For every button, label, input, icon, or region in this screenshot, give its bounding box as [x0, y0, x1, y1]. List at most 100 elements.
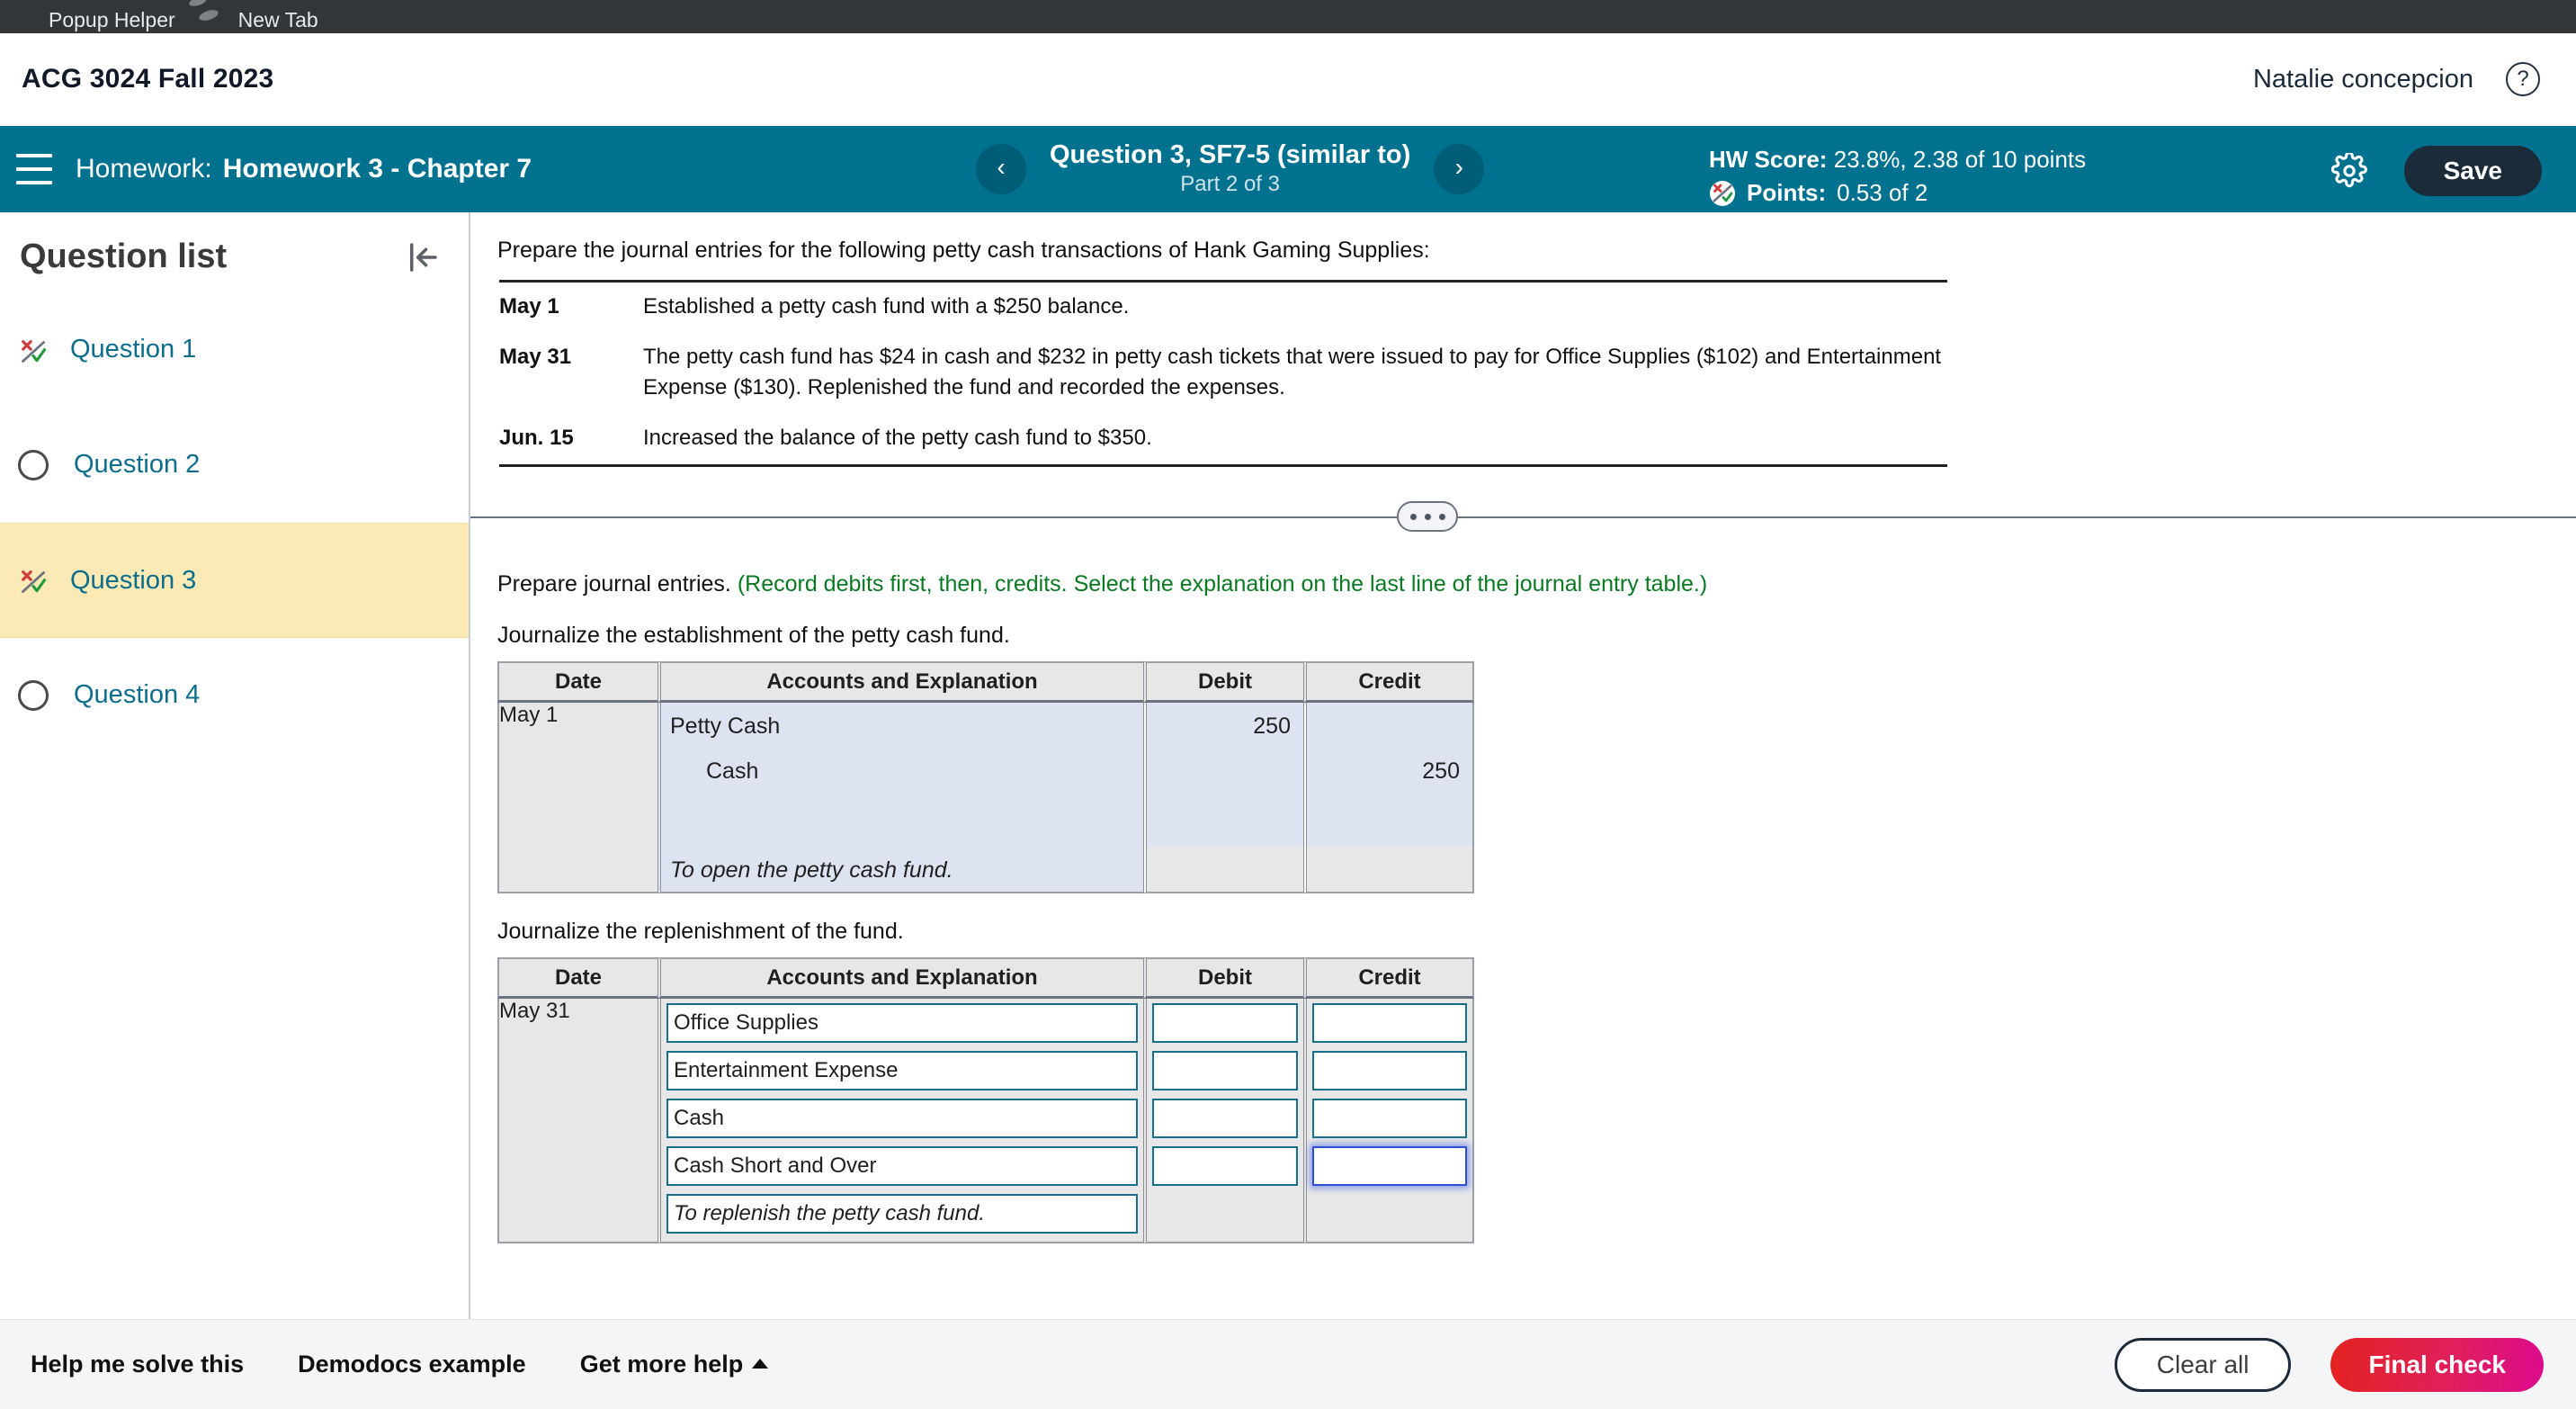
ellipsis-pill-icon[interactable] [1397, 501, 1458, 533]
journal-entry-table-1: Date Accounts and Explanation Debit Cred… [497, 661, 1474, 894]
section-divider [470, 490, 2576, 544]
debit-input-row-4[interactable] [1152, 1146, 1298, 1187]
journal-credit-row [1307, 1094, 1472, 1142]
journal-date-cell: May 1 [497, 703, 657, 894]
journal-credit-value: 250 [1422, 758, 1460, 785]
browser-tab-new-tab[interactable]: New Tab [202, 7, 318, 33]
demodocs-example-button[interactable]: Demodocs example [298, 1351, 526, 1378]
table-row: May 1 Established a petty cash fund with… [499, 280, 1947, 334]
journal-debit-row [1147, 1046, 1303, 1094]
table-row: Jun. 15 Increased the balance of the pet… [499, 414, 1947, 468]
sidebar-item-label: Question 1 [70, 335, 197, 363]
final-check-button[interactable]: Final check [2330, 1337, 2544, 1392]
sidebar-item-label: Question 2 [74, 450, 201, 479]
bottom-action-bar: Help me solve this Demodocs example Get … [0, 1319, 2576, 1409]
explanation-input[interactable] [666, 1194, 1138, 1234]
instruction-lead: Prepare journal entries. [497, 571, 738, 597]
journal-credit-cell: 250 [1303, 703, 1474, 894]
journal-account-row [661, 1094, 1143, 1142]
journal-date-cell: May 31 [497, 999, 657, 1244]
save-button[interactable]: Save [2403, 146, 2542, 196]
collapse-left-icon[interactable] [404, 238, 442, 276]
account-input-row-3[interactable] [666, 1099, 1138, 1139]
journal-account-line: Cash [706, 758, 759, 785]
table-row: May 31 The petty cash fund has $24 in ca… [499, 333, 1947, 414]
journal-debit-row [1147, 1094, 1303, 1142]
journal-debit-value: 250 [1253, 713, 1291, 740]
points-value: 0.53 of 2 [1837, 179, 1928, 206]
table-row: May 31 [497, 999, 1474, 1244]
debit-input-row-1[interactable] [1152, 1003, 1298, 1044]
points-label: Points: [1747, 179, 1827, 206]
debit-input-row-3[interactable] [1152, 1099, 1298, 1139]
score-summary: HW Score: 23.8%, 2.38 of 10 points Point… [1709, 146, 2086, 207]
hw-score-value: 23.8%, 2.38 of 10 points [1833, 146, 2087, 173]
user-name[interactable]: Natalie concepcion [2253, 65, 2473, 94]
empty-circle-icon [18, 449, 49, 480]
homework-name: Homework 3 - Chapter 7 [222, 154, 532, 184]
instruction-line: Prepare journal entries. (Record debits … [497, 571, 2576, 597]
popup-helper-icon [13, 7, 38, 32]
question-navigator: ‹ Question 3, SF7-5 (similar to) Part 2 … [976, 126, 1485, 212]
question-title: Question 3, SF7-5 (similar to) [1050, 139, 1411, 169]
get-more-help-label: Get more help [579, 1351, 744, 1378]
journal-accounts-cell: Petty Cash Cash To open the petty cash f… [657, 703, 1143, 894]
divider-line [470, 516, 2576, 519]
hw-score-label: HW Score: [1709, 146, 1828, 173]
question-content-pane: Prepare the journal entries for the foll… [470, 212, 2576, 1319]
journal-account-line: Petty Cash [670, 713, 781, 740]
journal-debit-row [1147, 999, 1303, 1046]
column-header-accounts: Accounts and Explanation [657, 957, 1143, 1000]
primary-actions-group: Clear all Final check [2114, 1337, 2544, 1392]
hamburger-menu-icon[interactable] [16, 154, 52, 184]
question-list-sidebar: Question list Question 1 Question 2 Ques… [0, 212, 470, 1319]
course-title: ACG 3024 Fall 2023 [22, 64, 274, 94]
column-header-credit: Credit [1303, 957, 1474, 1000]
points-line: Points: 0.53 of 2 [1709, 179, 2086, 207]
credit-input-row-4[interactable] [1312, 1146, 1467, 1187]
browser-tab-strip: Popup Helper New Tab [0, 0, 2576, 33]
sidebar-item-question-1[interactable]: Question 1 [0, 292, 469, 408]
credit-input-row-3[interactable] [1312, 1099, 1467, 1139]
sidebar-item-question-4[interactable]: Question 4 [0, 638, 469, 753]
get-more-help-button[interactable]: Get more help [580, 1351, 769, 1378]
journal-account-row [661, 999, 1143, 1046]
table-header-row: Date Accounts and Explanation Debit Cred… [497, 661, 1474, 704]
sidebar-header: Question list [0, 212, 469, 276]
empty-circle-icon [18, 679, 49, 711]
sidebar-item-question-3[interactable]: Question 3 [0, 523, 469, 638]
column-header-date: Date [497, 661, 657, 704]
journal-credit-row [1307, 1046, 1472, 1094]
sidebar-item-label: Question 4 [74, 680, 201, 709]
sidebar-title: Question list [20, 238, 228, 275]
homework-label: Homework: [76, 154, 212, 184]
question-mark-circle-icon[interactable]: ? [2506, 62, 2540, 96]
browser-tab-title: Popup Helper [49, 7, 175, 31]
column-header-credit: Credit [1303, 661, 1474, 704]
credit-input-row-2[interactable] [1312, 1051, 1467, 1091]
journal-account-row [661, 1142, 1143, 1189]
gear-icon[interactable] [2330, 151, 2367, 193]
table-header-row: Date Accounts and Explanation Debit Cred… [497, 957, 1474, 1000]
journal-credit-row [1307, 999, 1472, 1046]
clear-all-button[interactable]: Clear all [2114, 1337, 2292, 1392]
sidebar-item-question-2[interactable]: Question 2 [0, 408, 469, 523]
transaction-date: Jun. 15 [499, 414, 643, 468]
problem-intro: Prepare the journal entries for the foll… [497, 238, 1430, 263]
account-input-row-2[interactable] [666, 1051, 1138, 1091]
debit-input-row-2[interactable] [1152, 1051, 1298, 1091]
credit-input-row-1[interactable] [1312, 1003, 1467, 1044]
journal-credit-row [1307, 1142, 1472, 1189]
account-input-row-1[interactable] [666, 1003, 1138, 1044]
partial-credit-icon [1709, 180, 1736, 207]
hw-score-line: HW Score: 23.8%, 2.38 of 10 points [1709, 146, 2086, 174]
journal-accounts-cell [657, 999, 1143, 1244]
chevron-right-icon[interactable]: › [1434, 144, 1485, 194]
journal-credit-cell [1303, 999, 1474, 1244]
help-me-solve-this-button[interactable]: Help me solve this [31, 1351, 244, 1378]
chevron-left-icon[interactable]: ‹ [976, 144, 1026, 194]
course-header: ACG 3024 Fall 2023 Natalie concepcion ? [0, 33, 2576, 126]
browser-tab-popup-helper[interactable]: Popup Helper [13, 7, 175, 33]
account-input-row-4[interactable] [666, 1146, 1138, 1187]
part2-label: Journalize the replenishment of the fund… [497, 919, 904, 945]
